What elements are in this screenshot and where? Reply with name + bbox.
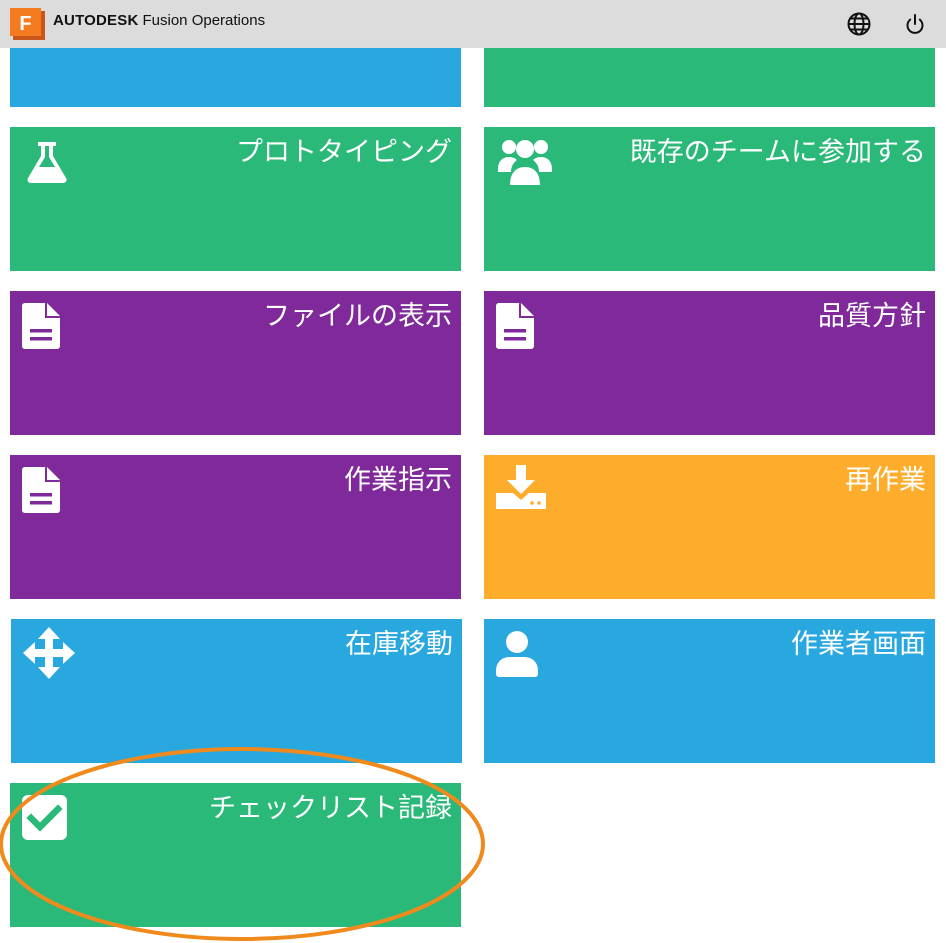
- brand-autodesk: AUTODESK: [53, 12, 139, 29]
- brand-name: AUTODESK Fusion Operations: [53, 12, 265, 29]
- tile-checklist-record[interactable]: チェックリスト記録: [10, 783, 461, 927]
- move-arrows-icon: [23, 627, 75, 679]
- tile-prototyping[interactable]: プロトタイピング: [10, 127, 461, 271]
- fusion-operations-logo-icon: F: [10, 8, 45, 40]
- users-icon: [498, 140, 552, 185]
- tile-label-work-instructions: 作業指示: [344, 465, 452, 496]
- tile-label-prototyping: プロトタイピング: [236, 137, 452, 168]
- tile-label-operator-screen: 作業者画面: [791, 629, 926, 660]
- tile-top-right[interactable]: [484, 48, 935, 107]
- tile-label-rework: 再作業: [845, 465, 926, 496]
- download-tray-icon: [496, 465, 546, 509]
- tile-inventory-move[interactable]: 在庫移動: [11, 619, 462, 763]
- tile-top-left[interactable]: [10, 48, 461, 107]
- globe-icon[interactable]: [846, 11, 872, 37]
- tile-label-inventory-move: 在庫移動: [345, 629, 453, 660]
- tile-join-team[interactable]: 既存のチームに参加する: [484, 127, 935, 271]
- tile-label-checklist-record: チェックリスト記録: [209, 793, 452, 824]
- tile-label-join-team: 既存のチームに参加する: [629, 137, 926, 168]
- checkbox-icon: [22, 795, 67, 840]
- document-icon: [22, 467, 60, 513]
- power-icon[interactable]: [902, 11, 928, 37]
- flask-icon: [27, 142, 67, 183]
- document-icon: [496, 303, 534, 349]
- tile-label-view-files: ファイルの表示: [263, 301, 452, 332]
- tile-view-files[interactable]: ファイルの表示: [10, 291, 461, 435]
- brand-product: Fusion Operations: [142, 12, 266, 29]
- tile-label-quality-policy: 品質方針: [818, 301, 926, 332]
- logo-letter: F: [19, 13, 31, 35]
- tile-rework[interactable]: 再作業: [484, 455, 935, 599]
- tile-quality-policy[interactable]: 品質方針: [484, 291, 935, 435]
- tile-work-instructions[interactable]: 作業指示: [10, 455, 461, 599]
- tile-operator-screen[interactable]: 作業者画面: [484, 619, 935, 763]
- user-icon: [496, 631, 538, 677]
- top-bar: F AUTODESK Fusion Operations: [0, 0, 946, 48]
- document-icon: [22, 303, 60, 349]
